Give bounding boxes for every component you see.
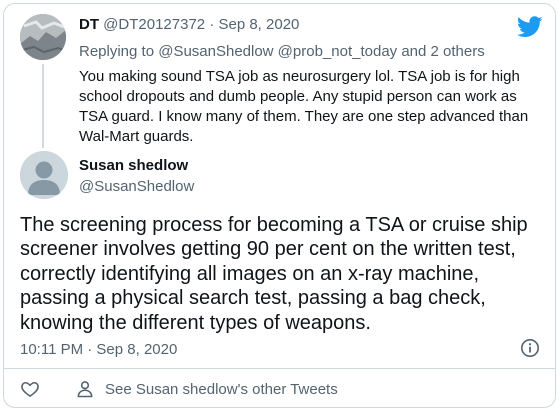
default-avatar-icon: [20, 151, 68, 199]
replying-handles[interactable]: @SusanShedlow @prob_not_today: [158, 43, 397, 60]
main-tweet-text: The screening process for becoming a TSA…: [20, 214, 528, 334]
quoted-author-name[interactable]: DT: [79, 16, 99, 33]
main-author-name[interactable]: Susan shedlow: [79, 157, 188, 174]
heart-icon[interactable]: [20, 379, 40, 399]
quoted-avatar[interactable]: [20, 14, 66, 60]
twitter-bird-icon[interactable]: [517, 16, 543, 38]
quoted-date[interactable]: Sep 8, 2020: [218, 16, 299, 33]
replying-prefix: Replying to: [79, 43, 155, 60]
quoted-author-handle[interactable]: @DT20127372: [103, 16, 205, 33]
footer-divider: [4, 368, 555, 369]
replying-to-line: Replying to @SusanShedlow @prob_not_toda…: [79, 43, 485, 60]
quoted-tweet-text: You making sound TSA job as neurosurgery…: [79, 68, 529, 145]
tweet-embed-card: DT @DT20127372 · Sep 8, 2020 Replying to…: [3, 3, 556, 408]
avatar-image: [20, 14, 66, 60]
tweet-timestamp[interactable]: 10:11 PM · Sep 8, 2020: [20, 341, 177, 358]
replying-suffix[interactable]: and 2 others: [401, 43, 484, 60]
quoted-header: DT @DT20127372 · Sep 8, 2020: [79, 16, 299, 36]
info-icon[interactable]: [520, 338, 540, 358]
thread-connector-line: [42, 64, 44, 148]
see-other-tweets-link[interactable]: See Susan shedlow's other Tweets: [105, 381, 338, 398]
main-avatar[interactable]: [20, 151, 68, 199]
quoted-separator: ·: [209, 16, 215, 33]
main-author-handle[interactable]: @SusanShedlow: [79, 178, 194, 195]
person-icon[interactable]: [75, 379, 95, 399]
